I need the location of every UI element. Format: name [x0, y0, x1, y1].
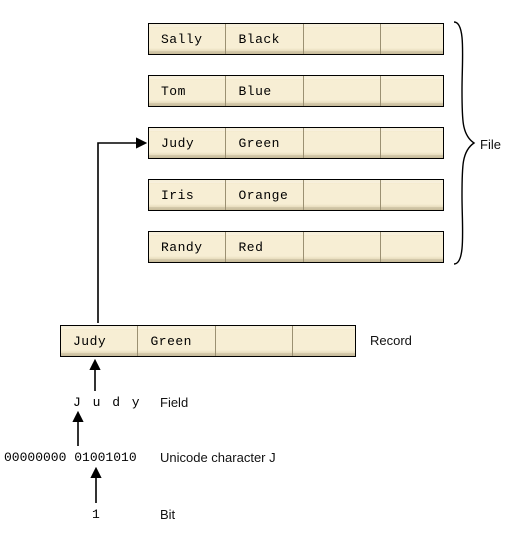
cell-name: Judy	[61, 326, 138, 356]
cell-color: Green	[226, 128, 303, 158]
record-label: Record	[370, 333, 412, 348]
cell-color: Orange	[226, 180, 303, 210]
cell-blank	[381, 24, 443, 54]
cell-color: Blue	[226, 76, 303, 106]
arrow-record-to-file-icon	[98, 143, 144, 323]
file-record-row-3: Judy Green	[148, 127, 444, 159]
file-brace-icon	[454, 22, 474, 264]
field-label: Field	[160, 395, 188, 410]
cell-color: Red	[226, 232, 303, 262]
cell-blank	[381, 232, 443, 262]
bit-value: 1	[92, 507, 100, 522]
cell-name: Randy	[149, 232, 226, 262]
file-record-row-2: Tom Blue	[148, 75, 444, 107]
bit-label: Bit	[160, 507, 175, 522]
file-label: File	[480, 137, 501, 152]
unicode-label: Unicode character J	[160, 450, 276, 465]
cell-blank	[304, 76, 381, 106]
file-record-row-4: Iris Orange	[148, 179, 444, 211]
cell-name: Iris	[149, 180, 226, 210]
cell-blank	[304, 24, 381, 54]
cell-blank	[216, 326, 293, 356]
field-value: J u d y	[73, 395, 142, 410]
cell-blank	[304, 180, 381, 210]
cell-color: Green	[138, 326, 215, 356]
cell-blank	[381, 76, 443, 106]
cell-color: Black	[226, 24, 303, 54]
cell-blank	[304, 232, 381, 262]
cell-blank	[381, 180, 443, 210]
cell-blank	[293, 326, 355, 356]
cell-name: Judy	[149, 128, 226, 158]
cell-name: Tom	[149, 76, 226, 106]
cell-blank	[381, 128, 443, 158]
record-row: Judy Green	[60, 325, 356, 357]
cell-blank	[304, 128, 381, 158]
cell-name: Sally	[149, 24, 226, 54]
unicode-bits: 00000000 01001010	[4, 450, 137, 465]
file-record-row-1: Sally Black	[148, 23, 444, 55]
file-record-row-5: Randy Red	[148, 231, 444, 263]
